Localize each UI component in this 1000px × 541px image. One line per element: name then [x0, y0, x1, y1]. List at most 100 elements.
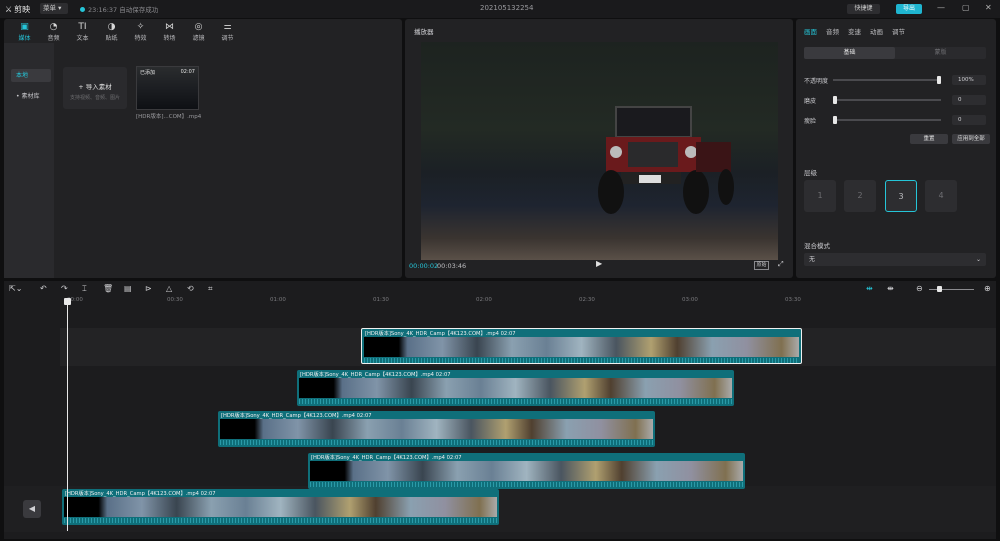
jeep-image — [598, 106, 734, 214]
timeline-ruler[interactable]: 00:00 00:30 01:00 01:30 02:00 02:30 03:0… — [4, 297, 996, 309]
sidebar-item-library[interactable]: • 素材库 — [11, 90, 51, 103]
timeline-panel: ⇱⌄ ↶ ↷ ⌶ 🗑 ▤ ⊳ △ ⟲ ⌗ ⇹ ⇼ ⊖ ⊕ 00:00 00:30… — [4, 281, 996, 539]
shortcut-button[interactable]: 快捷键 — [847, 4, 880, 14]
timeline-clip[interactable]: [HDR版本]Sony_4K_HDR_Camp【4K123.COM】.mp4 0… — [361, 328, 802, 364]
save-status: 23:16:37 自动保存成功 — [80, 4, 158, 14]
fullscreen-icon[interactable]: ⤢ — [778, 260, 784, 269]
zoom-slider-knob[interactable] — [937, 286, 942, 292]
maximize-icon[interactable]: ▢ — [962, 3, 970, 12]
ruler-tick: 03:30 — [785, 297, 801, 303]
layer-1[interactable]: 1 — [804, 180, 836, 212]
select-tool-icon[interactable]: ⇱⌄ — [9, 284, 22, 293]
media-sidebar: 本地 • 素材库 — [4, 43, 54, 278]
menu-button[interactable]: 菜单 ▾ — [40, 3, 68, 14]
zoom-out-icon[interactable]: ⊖ — [916, 284, 923, 293]
reset-button[interactable]: 重置 — [910, 134, 948, 144]
opacity-slider-knob[interactable] — [937, 76, 941, 84]
import-media-button[interactable]: + 导入素材 支持视频、音频、图片 — [63, 67, 127, 109]
thin-face-slider-knob[interactable] — [833, 116, 837, 124]
clip-duration: 02:07 — [180, 69, 195, 75]
thin-face-value[interactable]: 0 — [952, 115, 986, 125]
layer-2[interactable]: 2 — [844, 180, 876, 212]
tab-prop-audio[interactable]: 音频 — [826, 26, 839, 36]
zoom-in-icon[interactable]: ⊕ — [984, 284, 991, 293]
smooth-slider-knob[interactable] — [833, 96, 837, 104]
layer-4[interactable]: 4 — [925, 180, 957, 212]
text-icon: TI — [78, 22, 87, 32]
link-icon[interactable]: ⇼ — [887, 284, 894, 293]
properties-tabs: 画面 音频 变速 动画 调节 — [804, 26, 905, 36]
filter-icon: ◎ — [194, 22, 203, 32]
reverse-icon[interactable]: ⊳ — [145, 284, 152, 293]
title-bar: ⚔ 剪映 菜单 ▾ 23:16:37 自动保存成功 202105132254 快捷… — [0, 0, 1000, 18]
tab-speed[interactable]: 变速 — [848, 26, 861, 36]
opacity-slider[interactable] — [833, 76, 941, 84]
tab-sticker[interactable]: ◑ 贴纸 — [97, 21, 126, 42]
media-icon: ▣ — [20, 22, 29, 32]
split-icon[interactable]: ⌶ — [82, 284, 87, 294]
rotate-icon[interactable]: ⟲ — [187, 284, 194, 293]
video-preview[interactable] — [421, 42, 778, 260]
layer-3[interactable]: 3 — [885, 180, 917, 212]
media-toolbar: ▣ 媒体 ◔ 音频 TI 文本 ◑ 贴纸 ✧ 特效 ⋈ 转场 ◎ 滤镜 ⚌ 调节 — [10, 21, 242, 42]
tab-prop-adjust[interactable]: 调节 — [892, 26, 905, 36]
player-panel: 播放器 00:00:02 00:03:46 ▶ 原始 ⤢ — [405, 19, 793, 278]
playhead[interactable] — [64, 298, 71, 531]
tab-effects[interactable]: ✧ 特效 — [126, 21, 155, 42]
thin-face-label: 瘦脸 — [804, 118, 817, 125]
layer-label: 层级 — [804, 169, 817, 177]
mask-tab[interactable]: 蒙版 — [895, 47, 986, 59]
zoom-slider[interactable] — [929, 289, 974, 290]
apply-all-button[interactable]: 应用到全部 — [952, 134, 990, 144]
adjust-icon: ⚌ — [223, 22, 232, 32]
player-title: 播放器 — [414, 28, 434, 36]
timeline-clip[interactable]: [HDR版本]Sony_4K_HDR_Camp【4K123.COM】.mp4 0… — [62, 489, 499, 525]
freeze-icon[interactable]: ▤ — [124, 284, 132, 293]
main-track-icon[interactable]: ◀ — [23, 500, 41, 518]
tab-animation[interactable]: 动画 — [870, 26, 883, 36]
basic-mask-switch: 基础 蒙版 — [804, 47, 986, 59]
blend-mode-select[interactable]: 无 ⌄ — [804, 253, 986, 266]
blend-mode-label: 混合模式 — [804, 242, 830, 250]
play-button[interactable]: ▶ — [596, 259, 602, 268]
mirror-icon[interactable]: △ — [166, 284, 172, 293]
effects-icon: ✧ — [136, 22, 145, 32]
ruler-tick: 02:00 — [476, 297, 492, 303]
opacity-label: 不透明度 — [804, 78, 829, 85]
chevron-down-icon: ⌄ — [975, 256, 981, 263]
close-icon[interactable]: ✕ — [985, 3, 992, 12]
timeline-clip[interactable]: [HDR版本]Sony_4K_HDR_Camp【4K123.COM】.mp4 0… — [297, 370, 734, 406]
tab-transition[interactable]: ⋈ 转场 — [155, 21, 184, 42]
redo-icon[interactable]: ↷ — [61, 284, 68, 293]
tab-picture[interactable]: 画面 — [804, 26, 817, 36]
tab-media[interactable]: ▣ 媒体 — [10, 21, 39, 42]
delete-icon[interactable]: 🗑 — [103, 284, 113, 293]
sticker-icon: ◑ — [107, 22, 116, 32]
smooth-slider[interactable] — [833, 96, 941, 104]
timeline-clip[interactable]: [HDR版本]Sony_4K_HDR_Camp【4K123.COM】.mp4 0… — [308, 453, 745, 489]
timeline-clip[interactable]: [HDR版本]Sony_4K_HDR_Camp【4K123.COM】.mp4 0… — [218, 411, 655, 447]
snap-icon[interactable]: ⇹ — [866, 284, 873, 293]
transition-icon: ⋈ — [165, 22, 174, 32]
status-dot-icon — [80, 7, 85, 12]
export-button[interactable]: 导出 — [896, 4, 922, 14]
tab-audio[interactable]: ◔ 音频 — [39, 21, 68, 42]
total-time: 00:03:46 — [437, 262, 467, 270]
undo-icon[interactable]: ↶ — [40, 284, 47, 293]
tab-filter[interactable]: ◎ 滤镜 — [184, 21, 213, 42]
basic-tab[interactable]: 基础 — [804, 47, 895, 59]
app-logo: ⚔ 剪映 — [5, 5, 31, 14]
tab-text[interactable]: TI 文本 — [68, 21, 97, 42]
crop-icon[interactable]: ⌗ — [208, 284, 213, 294]
opacity-value[interactable]: 100% — [952, 75, 986, 85]
sidebar-item-local[interactable]: 本地 — [11, 69, 51, 82]
thin-face-slider[interactable] — [833, 116, 941, 124]
media-clip-name: [HDR版本]...COM】.mp4 — [136, 114, 202, 120]
minimize-icon[interactable]: — — [937, 3, 945, 12]
ruler-tick: 01:30 — [373, 297, 389, 303]
tab-adjust[interactable]: ⚌ 调节 — [213, 21, 242, 42]
smooth-value[interactable]: 0 — [952, 95, 986, 105]
media-clip-thumbnail[interactable]: 已添加 02:07 — [136, 66, 199, 110]
original-ratio-button[interactable]: 原始 — [754, 261, 769, 270]
audio-icon: ◔ — [49, 22, 58, 32]
